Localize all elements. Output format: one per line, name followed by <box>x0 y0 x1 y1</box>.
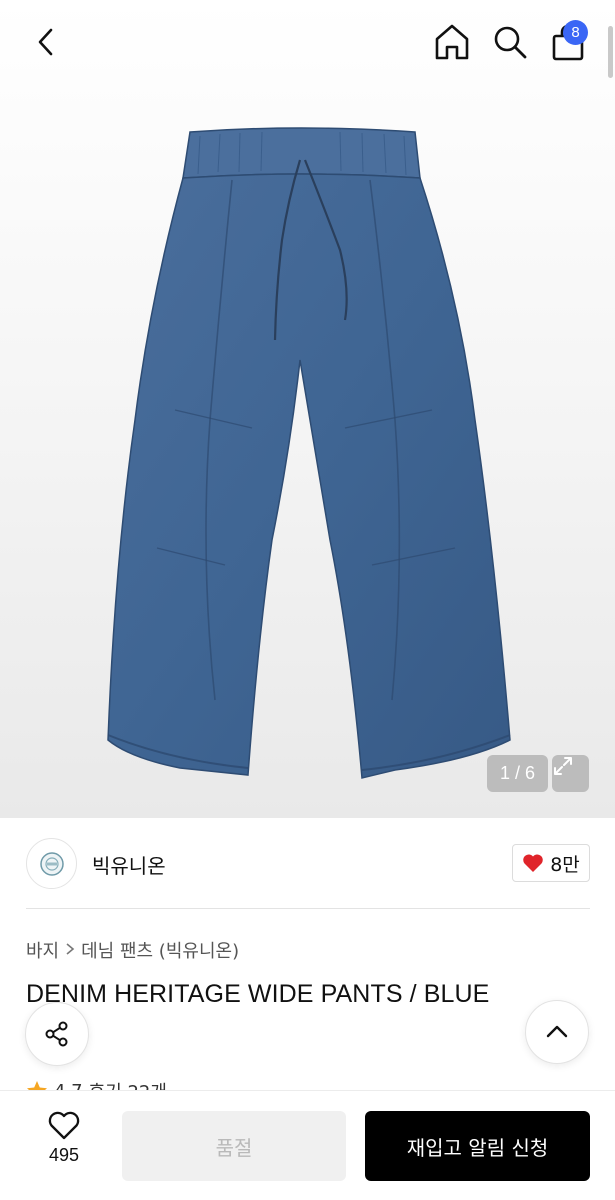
chevron-right-icon <box>65 941 75 960</box>
wishlist-count: 495 <box>48 1145 80 1165</box>
scrollbar-thumb[interactable] <box>608 26 613 78</box>
brand-like-count: 8만 <box>550 853 580 876</box>
restock-alert-button[interactable]: 재입고 알림 신청 <box>365 1111 590 1181</box>
product-image-gallery[interactable]: 1 / 6 <box>0 0 615 818</box>
brand-like-button[interactable]: 8만 <box>512 844 590 882</box>
chevron-left-icon <box>38 28 53 56</box>
expand-image-button[interactable] <box>552 755 589 792</box>
expand-icon <box>554 757 572 775</box>
product-image-denim-pants <box>107 127 511 779</box>
brand-logo[interactable] <box>26 838 77 889</box>
breadcrumb-subcategory[interactable]: 데님 팬츠 (빅유니온) <box>81 937 239 963</box>
scroll-to-top-button[interactable] <box>525 1000 589 1064</box>
share-icon <box>45 1021 68 1047</box>
search-icon <box>494 26 527 59</box>
share-button[interactable] <box>25 1002 89 1066</box>
brand-name[interactable]: 빅유니온 <box>92 850 166 879</box>
brand-logo-icon <box>39 851 64 876</box>
wishlist-button[interactable]: 495 <box>28 1111 100 1181</box>
back-button[interactable] <box>26 22 66 62</box>
breadcrumb-category[interactable]: 바지 <box>26 937 59 963</box>
home-button[interactable] <box>431 20 473 64</box>
brand-row: 빅유니온 8만 <box>0 818 615 908</box>
divider <box>26 908 590 909</box>
chevron-up-icon <box>546 1025 568 1038</box>
home-icon <box>435 24 469 60</box>
image-pager: 1 / 6 <box>487 755 548 792</box>
breadcrumb: 바지 데님 팬츠 (빅유니온) <box>26 937 239 963</box>
heart-filled-icon <box>523 854 543 872</box>
cart-count-badge: 8 <box>563 20 588 45</box>
soldout-button: 품절 <box>122 1111 346 1181</box>
top-navigation-bar: 8 <box>0 0 615 84</box>
bottom-action-bar: 495 품절 재입고 알림 신청 <box>0 1090 615 1200</box>
product-title: DENIM HERITAGE WIDE PANTS / BLUE <box>26 980 490 1008</box>
search-button[interactable] <box>489 20 531 64</box>
heart-outline-icon <box>48 1111 80 1140</box>
